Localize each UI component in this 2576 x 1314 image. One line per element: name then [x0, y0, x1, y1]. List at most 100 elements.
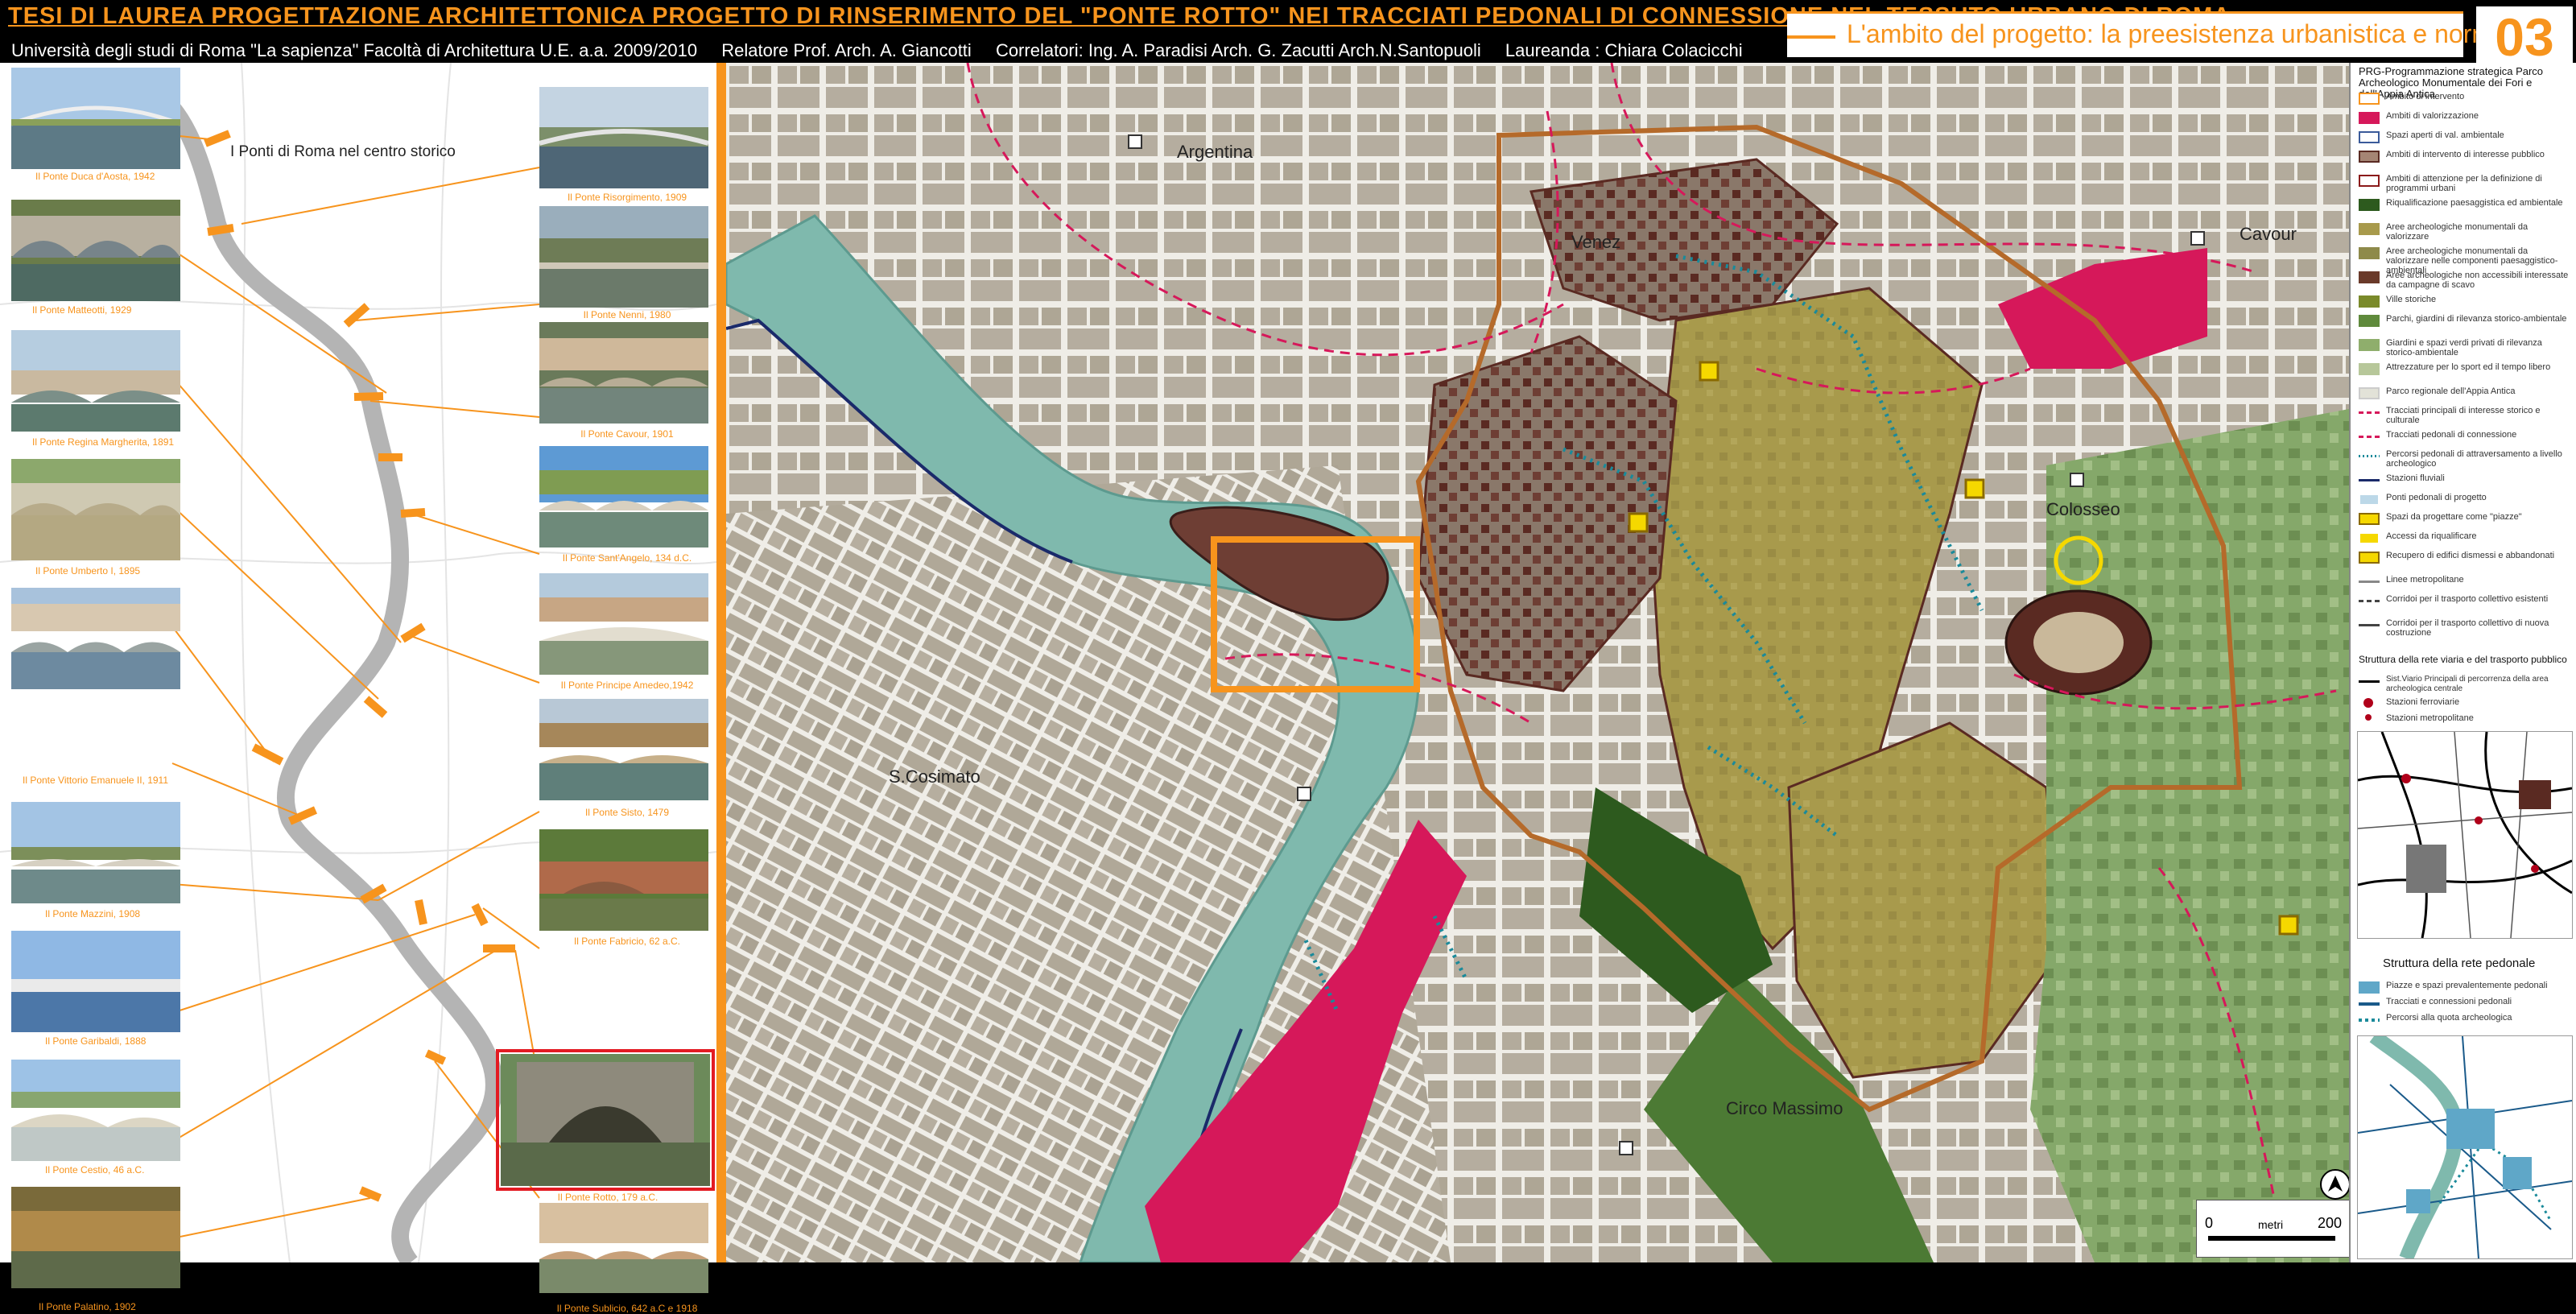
photo-ponte-garibaldi	[11, 931, 180, 1032]
photo-ponte-sublicio	[539, 1203, 708, 1293]
legend-swatch	[2359, 199, 2380, 211]
legend-item: Ambiti di attenzione per la definizione …	[2355, 172, 2573, 193]
photo-ponte-matteotti	[11, 200, 180, 301]
pedonale-title: Struttura della rete pedonale	[2383, 957, 2536, 970]
pedonale-swatch-2	[2359, 1002, 2380, 1006]
pedonale-label-1: Piazze e spazi prevalentemente pedonali	[2386, 981, 2548, 990]
section-title-box: L'ambito del progetto: la preesistenza u…	[1787, 11, 2548, 57]
legend-swatch	[2359, 532, 2380, 544]
legend-item: Riqualificazione paesaggistica ed ambien…	[2355, 196, 2573, 216]
section-title: L'ambito del progetto: la preesistenza u…	[1847, 19, 2548, 48]
caption-left-6: Il Ponte Mazzini, 1908	[45, 908, 141, 919]
legend-item: Ville storiche	[2355, 293, 2573, 312]
caption-right-4: Il Ponte Sant'Angelo, 134 d.C.	[562, 552, 692, 564]
credits-correlatori: Correlatori: Ing. A. Paradisi Arch. G. Z…	[995, 40, 1481, 60]
map-label-circo-massimo: Circo Massimo	[1726, 1098, 1843, 1118]
legend-swatch	[2359, 151, 2380, 163]
legend-swatch	[2359, 93, 2380, 105]
credits-university: Università degli studi di Roma "La sapie…	[11, 40, 698, 60]
legend-label: Recupero di edifici dismessi e abbandona…	[2386, 551, 2555, 560]
legend-swatch	[2359, 131, 2380, 143]
credits-relatore: Relatore Prof. Arch. A. Giancotti	[721, 40, 972, 60]
caption-right-2: Il Ponte Nenni, 1980	[583, 309, 671, 320]
photo-ponte-fabricio	[539, 829, 708, 931]
caption-left-3: Il Ponte Regina Margherita, 1891	[32, 436, 175, 448]
legend-item: Aree archeologiche monumentali da valori…	[2355, 221, 2573, 242]
legend-item: Ambiti di valorizzazione	[2355, 110, 2573, 129]
bridges-panel: I Ponti di Roma nel centro storico Il Po…	[0, 63, 716, 1314]
photo-ponte-sisto	[539, 699, 708, 800]
caption-right-3: Il Ponte Cavour, 1901	[580, 428, 674, 440]
photo-ponte-cavour	[539, 322, 708, 424]
legend-swatch	[2359, 315, 2380, 327]
legend-item: Spazi aperti di val. ambientale	[2355, 129, 2573, 148]
map-label-venezia: Venez	[1571, 232, 1620, 252]
caption-right-8: Il Ponte Rotto, 179 a.C.	[557, 1192, 658, 1203]
bridges-panel-title: I Ponti di Roma nel centro storico	[230, 143, 456, 160]
legend-label: Corridoi per il trasporto collettivo esi…	[2386, 594, 2549, 604]
caption-left-5: Il Ponte Vittorio Emanuele II, 1911	[23, 775, 169, 786]
caption-right-5: Il Ponte Principe Amedeo,1942	[560, 680, 694, 691]
legend-label: Tracciati principali di interesse storic…	[2386, 406, 2541, 425]
sheet-number: 03	[2476, 6, 2573, 67]
legend-swatch	[2359, 581, 2380, 583]
caption-left-8: Il Ponte Cestio, 46 a.C.	[45, 1164, 145, 1176]
credits-line: Università degli studi di Roma "La sapie…	[0, 40, 1774, 63]
caption-right-7: Il Ponte Fabricio, 62 a.C.	[573, 936, 681, 947]
legend-item: Ponti pedonali di progetto	[2355, 491, 2573, 510]
legend-label: Riqualificazione paesaggistica ed ambien…	[2386, 198, 2563, 208]
legend-swatch	[2359, 624, 2380, 626]
legend-swatch	[2359, 455, 2380, 457]
pedonale-swatch-3	[2359, 1019, 2380, 1022]
map-canvas[interactable]: Argentina Venez Cavour Colosseo S.Cosima…	[726, 63, 2349, 1262]
legend-label: Parchi, giardini di rilevanza storico-am…	[2386, 314, 2567, 324]
viaria-item-3: Stazioni metropolitane	[2355, 712, 2573, 731]
legend-label: Percorsi pedonali di attraversamento a l…	[2386, 449, 2562, 469]
legend-label: Attrezzature per lo sport ed il tempo li…	[2386, 362, 2551, 372]
caption-left-1: Il Ponte Duca d'Aosta, 1942	[35, 171, 155, 182]
scale-bar-graphic	[2208, 1236, 2335, 1241]
legend-item: Spazi da progettare come "piazze"	[2355, 510, 2573, 530]
legend-item: Corridoi per il trasporto collettivo di …	[2355, 617, 2573, 638]
section-title-rule-left	[1787, 35, 1835, 39]
legend-swatch	[2359, 494, 2380, 506]
legend-label: Ville storiche	[2386, 295, 2437, 304]
colosseo-inner	[2033, 612, 2124, 673]
caption-left-7: Il Ponte Garibaldi, 1888	[45, 1035, 147, 1047]
legend-swatch	[2359, 436, 2380, 438]
legend-label: Ambito di intervento	[2386, 92, 2465, 101]
viaria-title: Struttura della rete viaria e del traspo…	[2359, 654, 2567, 665]
panel-divider	[716, 63, 726, 1262]
viaria-swatch-1	[2359, 676, 2380, 688]
map-label-cavour: Cavour	[2240, 224, 2297, 244]
caption-left-4: Il Ponte Umberto I, 1895	[35, 565, 141, 576]
photo-ponte-nenni	[539, 206, 708, 308]
viaria-label-3: Stazioni metropolitane	[2386, 713, 2474, 723]
legend-swatch	[2359, 363, 2380, 375]
legend-swatch	[2359, 513, 2380, 525]
legend-swatch	[2359, 479, 2380, 481]
map-label-cosimato: S.Cosimato	[889, 766, 980, 787]
legend-swatch	[2359, 600, 2380, 602]
viaria-label-1: Sist.Viario Principali di percorrenza de…	[2386, 675, 2549, 693]
legend-label: Stazioni fluviali	[2386, 473, 2445, 483]
urban-plan-map[interactable]: Argentina Venez Cavour Colosseo S.Cosima…	[726, 63, 2349, 1262]
legend-item: Giardini e spazi verdi privati di rileva…	[2355, 337, 2573, 357]
legend-label: Giardini e spazi verdi privati di rileva…	[2386, 338, 2542, 357]
caption-left-9: Il Ponte Palatino, 1902	[39, 1301, 136, 1312]
pedonale-label-2: Tracciati e connessioni pedonali	[2386, 997, 2512, 1006]
scale-max: 200	[2318, 1215, 2343, 1231]
map-label-argentina: Argentina	[1177, 142, 1253, 162]
legend-swatch	[2359, 112, 2380, 124]
legend-swatch	[2359, 339, 2380, 351]
photo-ponte-risorgimento	[539, 87, 708, 188]
pedonale-label-3: Percorsi alla quota archeologica	[2386, 1013, 2512, 1023]
stazione-metro-icon	[2365, 714, 2372, 721]
legend-panel: PRG-Programmazione strategica Parco Arch…	[2349, 63, 2576, 1262]
photo-ponte-cestio	[11, 1060, 180, 1161]
viaria-label-2: Stazioni ferroviarie	[2386, 697, 2460, 707]
legend-item: Attrezzature per lo sport ed il tempo li…	[2355, 361, 2573, 380]
scale-unit: metri	[2258, 1218, 2284, 1231]
legend-swatch	[2359, 271, 2380, 283]
photo-ponte-principe-amedeo	[539, 573, 708, 675]
